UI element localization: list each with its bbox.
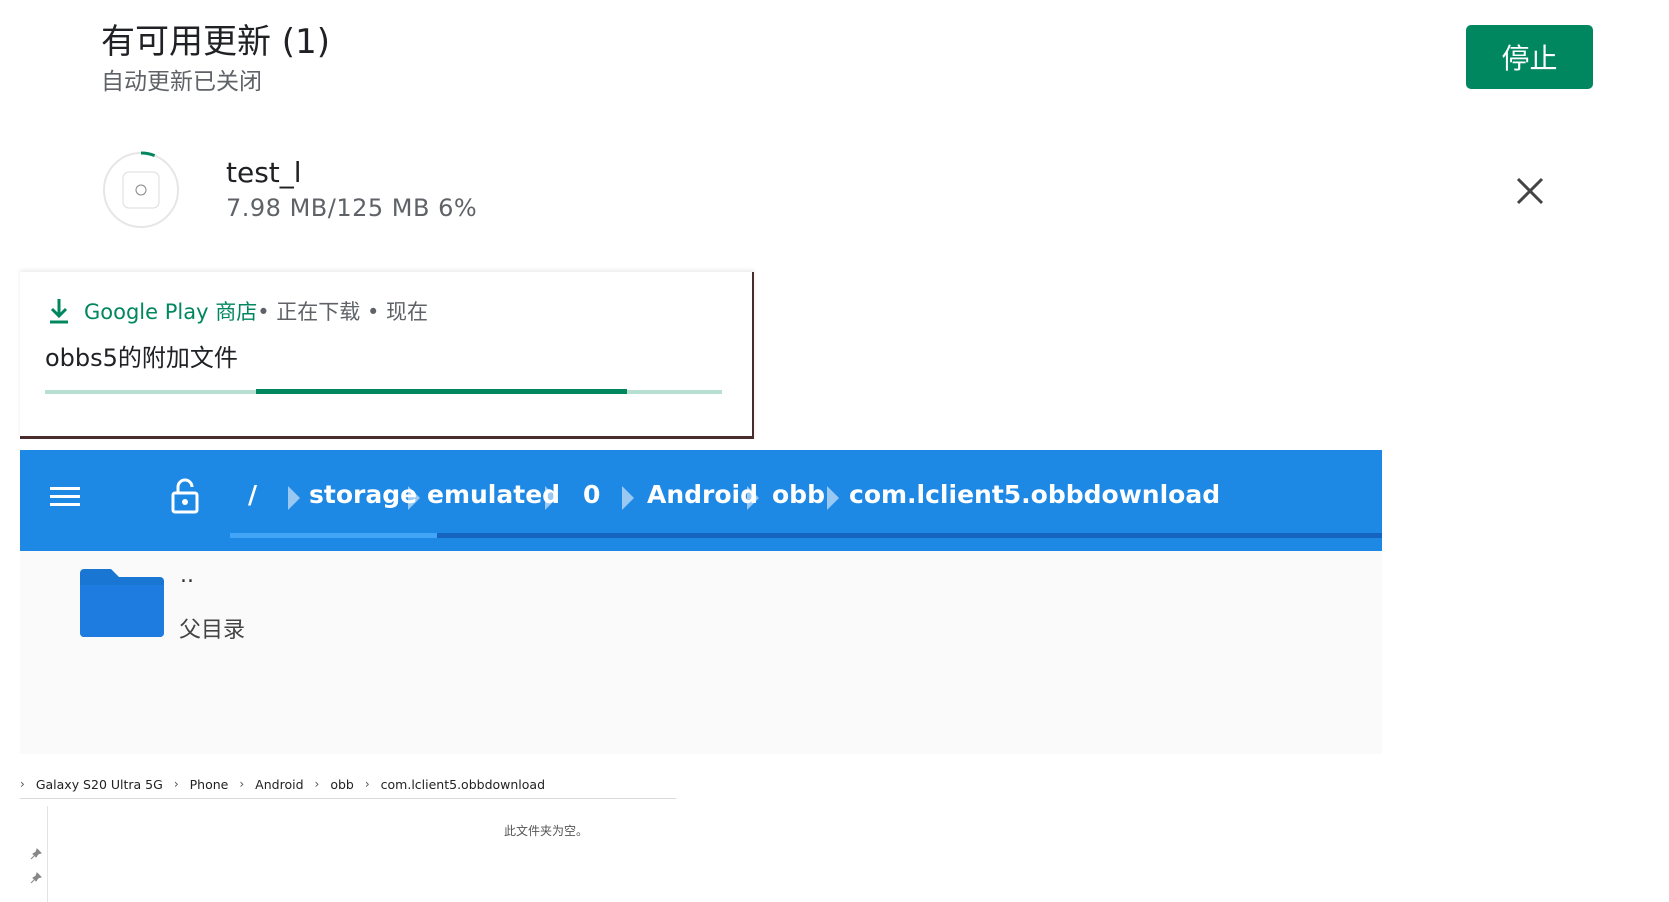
chevron-right-icon: [747, 486, 759, 510]
chevron-right-icon: ›: [20, 777, 25, 791]
updates-subtitle: 自动更新已关闭: [101, 69, 262, 95]
menu-icon[interactable]: [50, 484, 80, 510]
explorer-nav-divider: [47, 806, 48, 902]
chevron-right-icon: [408, 486, 420, 510]
notification-header: Google Play 商店 • 正在下载 • 现在: [48, 296, 428, 326]
download-progress-ring-icon: [103, 151, 179, 228]
app-icon: [101, 150, 181, 230]
explorer-crumb-phone[interactable]: Phone: [190, 777, 229, 792]
explorer-crumb-obb[interactable]: obb: [330, 777, 354, 792]
chevron-right-icon: ›: [239, 777, 245, 791]
app-download-progress: 7.98 MB/125 MB 6%: [226, 194, 478, 222]
folder-icon[interactable]: [77, 567, 167, 641]
explorer-crumb-android[interactable]: Android: [255, 777, 303, 792]
chevron-right-icon: [622, 486, 634, 510]
explorer-crumb-device[interactable]: Galaxy S20 Ultra 5G: [36, 777, 163, 792]
download-notification[interactable]: Google Play 商店 • 正在下载 • 现在 obbs5的附加文件: [20, 272, 754, 439]
app-name: test_l: [226, 156, 302, 189]
explorer-divider: [20, 798, 676, 799]
breadcrumb-0[interactable]: 0: [583, 480, 600, 509]
lock-icon[interactable]: [170, 477, 200, 515]
breadcrumb-current-folder[interactable]: com.lclient5.obbdownload: [849, 480, 1220, 509]
chevron-right-icon: ›: [173, 777, 179, 791]
breadcrumb-root[interactable]: /: [248, 480, 257, 509]
explorer-crumb-current[interactable]: com.lclient5.obbdownload: [381, 777, 545, 792]
notification-title: obbs5的附加文件: [45, 344, 238, 372]
breadcrumb-scrollbar[interactable]: [230, 533, 1382, 538]
notification-progress-fill: [256, 389, 627, 394]
chevron-right-icon: [827, 486, 839, 510]
close-icon[interactable]: [1512, 173, 1548, 209]
chevron-right-icon: [545, 486, 557, 510]
pin-icon[interactable]: [30, 872, 42, 884]
chevron-right-icon: ›: [314, 777, 320, 791]
file-list: .. 父目录: [20, 551, 1382, 754]
breadcrumb-emulated[interactable]: emulated: [427, 480, 560, 509]
notification-app-name: Google Play 商店: [84, 300, 258, 324]
breadcrumb-obb[interactable]: obb: [772, 480, 825, 509]
download-icon: [48, 298, 72, 324]
explorer-breadcrumb: › Galaxy S20 Ultra 5G › Phone › Android …: [20, 774, 545, 794]
chevron-right-icon: [288, 486, 300, 510]
scrollbar-thumb[interactable]: [230, 533, 437, 538]
pin-icon[interactable]: [30, 848, 42, 860]
updates-title: 有可用更新 (1): [101, 22, 330, 62]
file-manager-toolbar: / storage emulated 0 Android obb com.lcl…: [20, 450, 1382, 551]
parent-dir-label[interactable]: 父目录: [179, 612, 245, 644]
parent-dir-name: ..: [180, 563, 194, 588]
empty-folder-message: 此文件夹为空。: [504, 824, 589, 838]
notification-progress-bar: [45, 389, 722, 394]
notification-meta: • 正在下载 • 现在: [257, 300, 429, 324]
chevron-right-icon: ›: [364, 777, 370, 791]
stop-button[interactable]: 停止: [1466, 25, 1593, 89]
breadcrumb-storage[interactable]: storage: [309, 480, 417, 509]
breadcrumb-android[interactable]: Android: [647, 480, 758, 509]
